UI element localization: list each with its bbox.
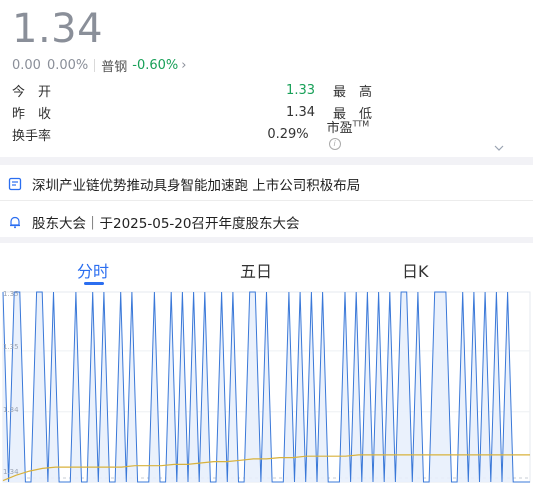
pe-sup: TTM	[352, 119, 370, 129]
divider	[94, 59, 96, 72]
y-tick-label: 1.34	[3, 406, 19, 414]
turnover-value: 0.29%	[267, 126, 309, 142]
announcement-text: 股东大会｜于2025-05-20召开年度股东大会	[32, 216, 300, 232]
high-label: 最 高	[333, 84, 373, 100]
tab-five-day[interactable]: 五日	[240, 258, 272, 282]
turnover-label: 换手率	[12, 128, 52, 144]
intraday-chart[interactable]: 1.35 1.35 1.34 1.34	[0, 290, 533, 485]
y-tick-label: 1.35	[3, 343, 19, 351]
divider	[0, 200, 533, 201]
prev-close-value: 1.34	[286, 104, 315, 120]
section-divider	[0, 237, 533, 243]
section-divider	[0, 157, 533, 165]
y-tick-label: 1.35	[3, 290, 19, 298]
sector-link[interactable]: 普钢 -0.60% ›	[101, 56, 186, 75]
last-price: 1.34	[12, 6, 104, 52]
change-line: 0.00 0.00% 普钢 -0.60% ›	[12, 56, 186, 75]
announcement-item[interactable]: 股东大会｜于2025-05-20召开年度股东大会	[8, 208, 528, 236]
y-tick-label: 1.34	[3, 468, 19, 476]
pe-label: 市盈TTM i	[327, 117, 382, 151]
stat-row-open: 今 开 1.33 最 高	[12, 80, 382, 100]
document-icon	[8, 177, 22, 191]
info-icon[interactable]: i	[328, 137, 341, 150]
bell-icon	[10, 216, 20, 229]
stat-row-turnover: 换手率 0.29% 市盈TTM i	[12, 120, 382, 150]
chevron-down-icon[interactable]	[493, 142, 505, 154]
change-percent: 0.00%	[46, 58, 89, 73]
intraday-chart-svg	[2, 291, 531, 483]
news-item[interactable]: 深圳产业链优势推动具身智能加速跑 上市公司积极布局	[8, 170, 528, 198]
pe-label-text: 市盈	[326, 121, 353, 136]
prev-close-label: 昨 收	[12, 106, 52, 122]
chevron-right-icon: ›	[181, 58, 187, 73]
sector-name: 普钢	[101, 60, 128, 75]
sector-change: -0.60%	[132, 58, 179, 73]
tab-intraday[interactable]: 分时	[77, 258, 109, 282]
news-text: 深圳产业链优势推动具身智能加速跑 上市公司积极布局	[32, 178, 361, 194]
change-value: 0.00	[12, 58, 41, 73]
tab-daily-k[interactable]: 日K	[402, 258, 429, 282]
active-tab-indicator	[84, 282, 104, 285]
open-value: 1.33	[286, 82, 315, 98]
open-label: 今 开	[12, 84, 52, 100]
